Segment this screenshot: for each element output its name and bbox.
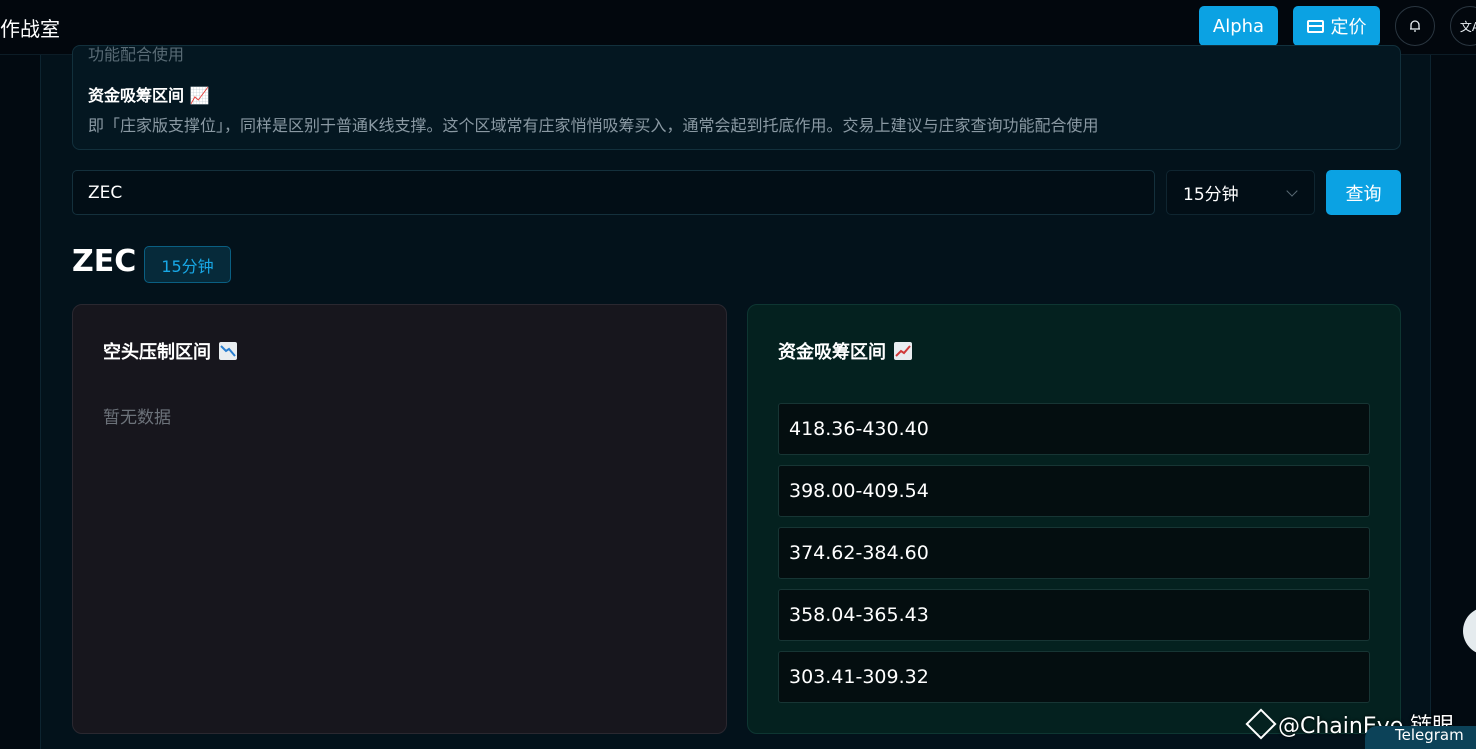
zone-item: 358.04-365.43 bbox=[778, 589, 1370, 641]
floating-side-button[interactable] bbox=[1463, 607, 1476, 655]
chart-decreasing-icon bbox=[219, 342, 237, 360]
watermark-logo-icon bbox=[1245, 708, 1277, 740]
query-button[interactable]: 查询 bbox=[1326, 170, 1401, 215]
bell-icon bbox=[1410, 20, 1420, 32]
telegram-label: Telegram bbox=[1395, 726, 1464, 744]
long-panel-title-text: 资金吸筹区间 bbox=[778, 342, 886, 363]
symbol-search-input[interactable] bbox=[72, 170, 1155, 215]
short-panel-title-text: 空头压制区间 bbox=[103, 342, 211, 363]
zone-list: 418.36-430.40 398.00-409.54 374.62-384.6… bbox=[778, 403, 1370, 713]
main-content: 功能配合使用 资金吸筹区间 📈 即「庄家版支撑位」，同样是区别于普通K线支撑。这… bbox=[40, 45, 1431, 749]
credit-card-icon bbox=[1306, 19, 1324, 33]
zone-item: 418.36-430.40 bbox=[778, 403, 1370, 455]
interval-badge: 15分钟 bbox=[144, 246, 231, 283]
translate-icon: 文A bbox=[1459, 19, 1476, 34]
app-title: 作战室 bbox=[0, 17, 60, 41]
info-description: 即「庄家版支撑位」，同样是区别于普通K线支撑。这个区域常有庄家悄悄吸筹买入，通常… bbox=[88, 116, 1099, 135]
short-panel-title: 空头压制区间 bbox=[103, 338, 237, 364]
pricing-button[interactable]: 定价 bbox=[1293, 6, 1380, 46]
empty-state-text: 暂无数据 bbox=[103, 408, 171, 428]
zone-item: 398.00-409.54 bbox=[778, 465, 1370, 517]
chevron-down-icon bbox=[1286, 185, 1298, 197]
symbol-title: ZEC bbox=[72, 244, 137, 279]
info-cut-text: 功能配合使用 bbox=[88, 45, 185, 64]
language-button[interactable]: 文A bbox=[1450, 6, 1476, 46]
info-title: 资金吸筹区间 📈 bbox=[88, 86, 210, 105]
pricing-label: 定价 bbox=[1330, 17, 1367, 37]
info-box: 功能配合使用 资金吸筹区间 📈 即「庄家版支撑位」，同样是区别于普通K线支撑。这… bbox=[72, 45, 1401, 150]
accumulation-panel: 资金吸筹区间 418.36-430.40 398.00-409.54 374.6… bbox=[747, 304, 1401, 734]
chart-increasing-icon bbox=[894, 342, 912, 360]
telegram-link[interactable]: Telegram bbox=[1365, 726, 1476, 749]
long-panel-title: 资金吸筹区间 bbox=[778, 338, 912, 364]
notification-button[interactable] bbox=[1395, 6, 1435, 46]
zone-item: 374.62-384.60 bbox=[778, 527, 1370, 579]
short-pressure-panel: 空头压制区间 暂无数据 bbox=[72, 304, 727, 734]
zone-item: 303.41-309.32 bbox=[778, 651, 1370, 703]
interval-select-value: 15分钟 bbox=[1183, 185, 1239, 205]
interval-select[interactable]: 15分钟 bbox=[1166, 170, 1315, 215]
alpha-button[interactable]: Alpha bbox=[1199, 6, 1278, 46]
